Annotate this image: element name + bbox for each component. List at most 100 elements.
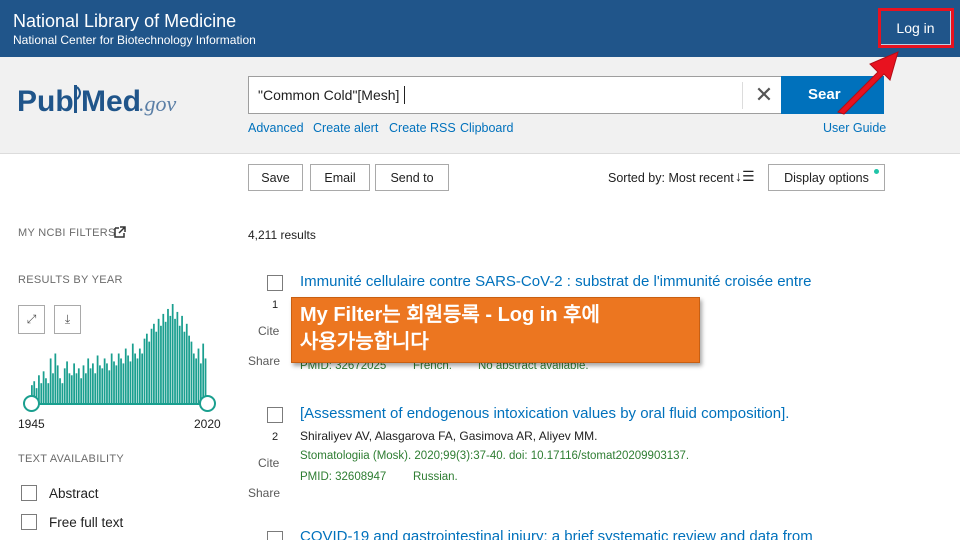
histogram-bar[interactable]	[160, 325, 162, 403]
histogram-bar[interactable]	[45, 378, 47, 403]
histogram-bar[interactable]	[52, 373, 54, 403]
histogram-bar[interactable]	[134, 353, 136, 404]
histogram-bar[interactable]	[84, 373, 87, 403]
histogram-bar[interactable]	[61, 383, 64, 403]
histogram-bar[interactable]	[115, 365, 118, 403]
result-1-share-button[interactable]: Share	[248, 354, 280, 368]
histogram-bar[interactable]	[178, 325, 181, 403]
create-alert-link[interactable]: Create alert	[313, 121, 378, 135]
result-1-checkbox[interactable]	[267, 275, 283, 291]
histogram-bar[interactable]	[127, 355, 129, 403]
histogram-bar[interactable]	[47, 383, 50, 403]
user-guide-link[interactable]: User Guide	[823, 121, 886, 135]
sort-direction-icon[interactable]: ↓☰	[735, 168, 755, 185]
histogram-bar[interactable]	[143, 338, 146, 403]
histogram-bar[interactable]	[68, 373, 71, 403]
histogram-bar[interactable]	[155, 331, 158, 403]
histogram-bar[interactable]	[120, 358, 122, 403]
histogram-bar[interactable]	[103, 358, 106, 403]
free-full-text-checkbox[interactable]	[21, 514, 37, 530]
histogram-bar[interactable]	[54, 353, 57, 404]
histogram-bar[interactable]	[59, 378, 61, 403]
histogram-bar[interactable]	[129, 361, 132, 403]
histogram-bar[interactable]	[131, 343, 134, 403]
histogram-bar[interactable]	[77, 368, 80, 403]
abstract-filter-label[interactable]: Abstract	[49, 486, 99, 501]
histogram-bar[interactable]	[169, 315, 172, 403]
histogram-bar[interactable]	[66, 361, 68, 403]
histogram-bar[interactable]	[141, 353, 144, 404]
year-end-handle[interactable]	[199, 395, 216, 412]
histogram-bar[interactable]	[197, 348, 200, 403]
histogram-bar[interactable]	[87, 358, 90, 403]
histogram-bar[interactable]	[92, 363, 94, 403]
histogram-bar[interactable]	[42, 371, 45, 403]
histogram-bar[interactable]	[188, 335, 190, 403]
histogram-bar[interactable]	[183, 331, 186, 403]
histogram-bar[interactable]	[99, 365, 101, 403]
histogram-bar[interactable]	[108, 370, 111, 403]
histogram-bar[interactable]	[124, 348, 127, 403]
search-input[interactable]: "Common Cold"[Mesh] ✕	[248, 76, 782, 114]
histogram-bar[interactable]	[40, 383, 43, 403]
histogram-bar[interactable]	[171, 304, 174, 403]
result-2-share-button[interactable]: Share	[248, 486, 280, 500]
histogram-bar[interactable]	[153, 323, 155, 403]
histogram-bar[interactable]	[70, 375, 73, 403]
histogram-bar[interactable]	[73, 363, 75, 403]
histogram-bar[interactable]	[63, 368, 66, 403]
histogram-bar[interactable]	[96, 355, 99, 403]
histogram-bar[interactable]	[94, 373, 97, 403]
send-to-button[interactable]: Send to	[375, 164, 449, 191]
histogram-bar[interactable]	[110, 353, 113, 404]
sort-selector[interactable]: Sorted by: Most recent	[608, 171, 734, 185]
histogram-bar[interactable]	[162, 313, 165, 403]
result-1-cite-button[interactable]: Cite	[258, 324, 279, 338]
histogram-bar[interactable]	[89, 368, 92, 403]
result-2-checkbox[interactable]	[267, 407, 283, 423]
email-button[interactable]: Email	[310, 164, 370, 191]
histogram-bar[interactable]	[174, 318, 176, 403]
result-2-title-link[interactable]: [Assessment of endogenous intoxication v…	[300, 405, 789, 422]
histogram-bar[interactable]	[157, 318, 160, 403]
year-start-handle[interactable]	[23, 395, 40, 412]
ncbi-subtitle[interactable]: National Center for Biotechnology Inform…	[13, 33, 256, 47]
clear-search-icon[interactable]: ✕	[749, 80, 779, 110]
histogram-bar[interactable]	[49, 358, 52, 403]
pubmed-logo[interactable]: Pub Med .gov	[17, 79, 187, 119]
histogram-bar[interactable]	[145, 333, 148, 403]
free-full-text-filter-label[interactable]: Free full text	[49, 515, 123, 530]
histogram-bar[interactable]	[75, 373, 78, 403]
display-options-button[interactable]: Display options	[768, 164, 885, 191]
histogram-bar[interactable]	[101, 368, 104, 403]
histogram-bar[interactable]	[167, 308, 169, 403]
histogram-bar[interactable]	[117, 353, 120, 404]
create-rss-link[interactable]: Create RSS	[389, 121, 456, 135]
histogram-bar[interactable]	[56, 365, 59, 403]
result-3-checkbox[interactable]	[267, 531, 283, 540]
histogram-bar[interactable]	[181, 315, 183, 403]
histogram-bar[interactable]	[150, 328, 153, 403]
histogram-bar[interactable]	[122, 363, 125, 403]
histogram-bar[interactable]	[195, 358, 198, 403]
result-1-title-link[interactable]: Immunité cellulaire contre SARS-CoV-2 : …	[300, 273, 811, 290]
histogram-bar[interactable]	[80, 378, 83, 403]
clipboard-link[interactable]: Clipboard	[460, 121, 514, 135]
histogram-bar[interactable]	[190, 341, 193, 403]
histogram-bar[interactable]	[185, 323, 188, 403]
histogram-bar[interactable]	[192, 353, 195, 404]
histogram-bar[interactable]	[106, 363, 108, 403]
histogram-bar[interactable]	[176, 311, 179, 403]
histogram-bar[interactable]	[113, 361, 115, 403]
histogram-bar[interactable]	[164, 321, 167, 403]
result-2-cite-button[interactable]: Cite	[258, 456, 279, 470]
result-3-title-link[interactable]: COVID-19 and gastrointestinal injury: a …	[300, 528, 813, 540]
histogram-bar[interactable]	[136, 358, 139, 403]
external-link-icon[interactable]	[114, 226, 126, 238]
advanced-link[interactable]: Advanced	[248, 121, 304, 135]
nlm-title[interactable]: National Library of Medicine	[13, 11, 236, 32]
save-button[interactable]: Save	[248, 164, 303, 191]
histogram-bar[interactable]	[148, 341, 151, 403]
histogram-bar[interactable]	[138, 348, 141, 403]
histogram-bar[interactable]	[202, 343, 205, 403]
